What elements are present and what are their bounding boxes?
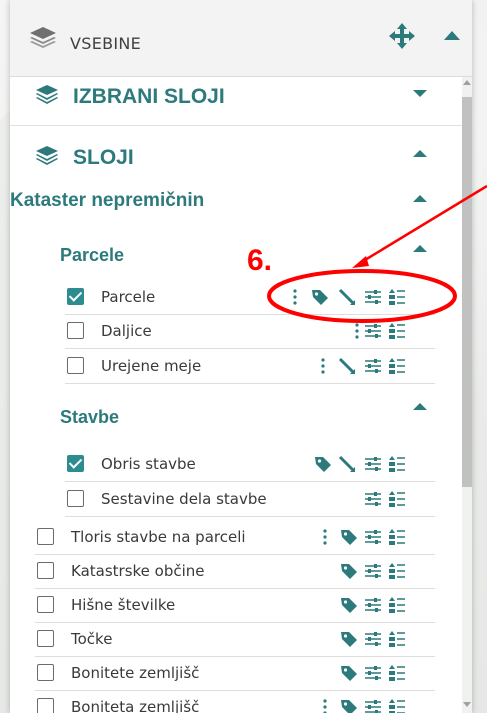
more-vertical-icon[interactable] — [285, 287, 305, 307]
layer-row-parcele[interactable]: Parcele — [65, 280, 435, 315]
layer-row-katastrske-obcine[interactable]: Katastrske občine — [35, 554, 435, 589]
more-vertical-icon[interactable] — [315, 697, 335, 713]
filter-settings-icon[interactable] — [363, 321, 383, 341]
more-vertical-icon[interactable] — [315, 527, 335, 547]
layer-row-boniteta-zemljisc[interactable]: Boniteta zemljišč — [35, 690, 435, 713]
layer-label: Sestavine dela stavbe — [101, 490, 267, 508]
tag-icon[interactable] — [339, 561, 359, 581]
tag-icon[interactable] — [313, 454, 333, 474]
layer-row-sestavine-dela-stavbe[interactable]: Sestavine dela stavbe — [65, 482, 435, 517]
legend-icon[interactable] — [387, 321, 407, 341]
layers-icon — [30, 27, 56, 48]
scrollbar[interactable] — [462, 77, 472, 713]
filter-settings-icon[interactable] — [363, 287, 383, 307]
section-title-izbrani-sloji[interactable]: IZBRANI SLOJI — [73, 85, 225, 109]
layer-label: Bonitete zemljišč — [71, 664, 200, 682]
collapse-up-icon[interactable] — [413, 245, 427, 252]
layer-label: Parcele — [101, 288, 156, 306]
checkbox[interactable] — [37, 630, 54, 647]
layer-label: Obris stavbe — [101, 455, 196, 473]
measure-icon[interactable] — [337, 356, 357, 376]
legend-icon[interactable] — [387, 663, 407, 683]
filter-settings-icon[interactable] — [363, 561, 383, 581]
move-icon[interactable] — [388, 22, 416, 50]
filter-settings-icon[interactable] — [363, 356, 383, 376]
scroll-up-arrow-icon[interactable] — [463, 80, 471, 85]
legend-icon[interactable] — [387, 561, 407, 581]
layer-label: Boniteta zemljišč — [71, 698, 200, 713]
legend-icon[interactable] — [387, 489, 407, 509]
layer-label: Daljice — [101, 322, 152, 340]
scroll-down-arrow-icon[interactable] — [463, 702, 471, 707]
legend-icon[interactable] — [387, 697, 407, 713]
legend-icon[interactable] — [387, 629, 407, 649]
expand-down-icon[interactable] — [413, 90, 427, 97]
checkbox[interactable] — [37, 528, 54, 545]
collapse-up-icon[interactable] — [413, 195, 427, 202]
layers-list: IZBRANI SLOJI SLOJI Kataster nepremičnin… — [10, 77, 462, 713]
layer-row-daljice[interactable]: Daljice — [65, 314, 435, 349]
filter-settings-icon[interactable] — [363, 595, 383, 615]
layer-row-obris-stavbe[interactable]: Obris stavbe — [65, 447, 435, 482]
checkbox[interactable] — [37, 562, 54, 579]
annotation-number: 6. — [247, 244, 273, 277]
group-title-kataster[interactable]: Kataster nepremičnin — [10, 190, 204, 212]
layers-icon — [36, 85, 58, 104]
checkbox[interactable] — [67, 322, 84, 339]
checkbox[interactable] — [67, 357, 84, 374]
checkbox[interactable] — [67, 288, 84, 305]
layer-label: Hišne številke — [71, 596, 176, 614]
tag-icon[interactable] — [339, 663, 359, 683]
tag-icon[interactable] — [310, 287, 330, 307]
layer-label: Urejene meje — [101, 357, 202, 375]
tag-icon[interactable] — [339, 697, 359, 713]
subgroup-title-stavbe[interactable]: Stavbe — [60, 407, 119, 428]
collapse-up-icon[interactable] — [413, 150, 427, 157]
legend-icon[interactable] — [387, 454, 407, 474]
legend-icon[interactable] — [387, 287, 407, 307]
filter-settings-icon[interactable] — [363, 527, 383, 547]
collapse-up-icon[interactable] — [444, 31, 460, 40]
layer-label: Tloris stavbe na parceli — [71, 528, 246, 546]
checkbox[interactable] — [67, 490, 84, 507]
section-title-sloji[interactable]: SLOJI — [73, 146, 134, 170]
legend-icon[interactable] — [387, 527, 407, 547]
layer-row-bonitete-zemljisc[interactable]: Bonitete zemljišč — [35, 656, 435, 691]
panel-title: VSEBINE — [70, 34, 142, 53]
more-vertical-icon[interactable] — [313, 356, 333, 376]
checkbox[interactable] — [37, 664, 54, 681]
subgroup-title-parcele[interactable]: Parcele — [60, 245, 124, 266]
layers-icon — [36, 146, 58, 165]
layer-label: Katastrske občine — [71, 562, 205, 580]
filter-settings-icon[interactable] — [363, 629, 383, 649]
filter-settings-icon[interactable] — [363, 489, 383, 509]
layer-row-tocke[interactable]: Točke — [35, 622, 435, 657]
layer-row-hisne-stevilke[interactable]: Hišne številke — [35, 588, 435, 623]
layer-label: Točke — [71, 630, 113, 648]
filter-settings-icon[interactable] — [363, 454, 383, 474]
layer-row-urejene-meje[interactable]: Urejene meje — [65, 349, 435, 384]
filter-settings-icon[interactable] — [363, 697, 383, 713]
layers-panel: VSEBINE IZBRANI SLOJI SLOJI Kataster nep… — [10, 0, 472, 713]
checkbox[interactable] — [67, 455, 84, 472]
collapse-up-icon[interactable] — [413, 403, 427, 410]
checkbox[interactable] — [37, 698, 54, 713]
panel-header: VSEBINE — [10, 0, 472, 77]
scrollbar-thumb[interactable] — [462, 97, 472, 487]
measure-icon[interactable] — [337, 454, 357, 474]
checkbox[interactable] — [37, 596, 54, 613]
tag-icon[interactable] — [339, 629, 359, 649]
filter-settings-icon[interactable] — [363, 663, 383, 683]
measure-icon[interactable] — [337, 287, 357, 307]
legend-icon[interactable] — [387, 356, 407, 376]
layer-row-tloris-stavbe[interactable]: Tloris stavbe na parceli — [35, 520, 435, 555]
divider — [10, 125, 462, 126]
legend-icon[interactable] — [387, 595, 407, 615]
tag-icon[interactable] — [339, 527, 359, 547]
tag-icon[interactable] — [339, 595, 359, 615]
